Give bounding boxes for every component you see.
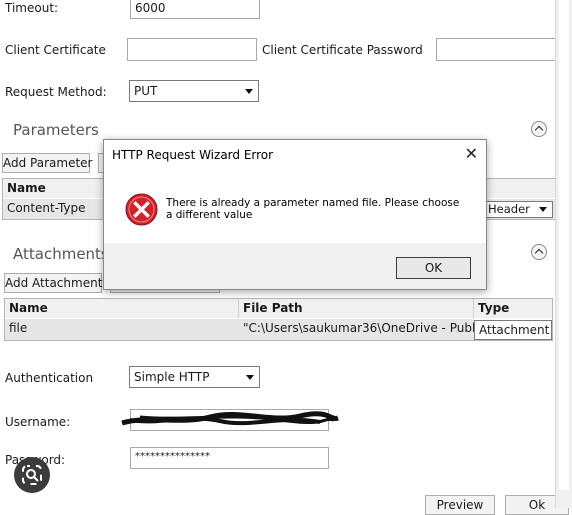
- parameters-section-title: Parameters: [13, 121, 99, 139]
- attachments-section-title: Attachments: [13, 245, 109, 263]
- parameter-name-cell: Content-Type: [7, 201, 86, 215]
- parameter-type-select[interactable]: Header: [483, 201, 553, 218]
- close-icon[interactable]: ✕: [465, 144, 478, 163]
- parameter-type-value: Header: [488, 202, 530, 216]
- dialog-title: HTTP Request Wizard Error: [112, 148, 274, 162]
- client-certificate-input[interactable]: [127, 38, 257, 61]
- attachment-name-cell[interactable]: file: [5, 319, 239, 340]
- dialog-ok-button[interactable]: OK: [396, 257, 471, 279]
- attachments-header-type: Type: [474, 299, 552, 318]
- authentication-select[interactable]: Simple HTTP: [129, 366, 260, 388]
- request-method-label: Request Method:: [5, 85, 107, 99]
- redaction-scribble: [121, 411, 339, 426]
- preview-button[interactable]: Preview: [425, 495, 495, 515]
- lens-icon[interactable]: [14, 457, 50, 493]
- collapse-parameters-icon[interactable]: [531, 121, 547, 137]
- add-parameter-button[interactable]: Add Parameter: [2, 153, 92, 173]
- request-method-value: PUT: [134, 84, 158, 98]
- scrollbar-thumb[interactable]: [559, 0, 569, 490]
- chevron-down-icon: [539, 207, 547, 212]
- error-dialog: HTTP Request Wizard Error ✕ There is alr…: [103, 139, 487, 290]
- attachment-file-path-cell[interactable]: "C:\Users\saukumar36\OneDrive - Publicis: [239, 319, 474, 340]
- collapse-attachments-icon[interactable]: [531, 244, 547, 260]
- password-input[interactable]: ***************: [130, 447, 329, 469]
- authentication-value: Simple HTTP: [134, 370, 210, 384]
- authentication-label: Authentication: [5, 371, 94, 385]
- client-certificate-label: Client Certificate: [5, 43, 106, 57]
- attachments-grid: Name File Path Type file "C:\Users\sauku…: [4, 298, 553, 341]
- dialog-message: There is already a parameter named file.…: [166, 197, 460, 221]
- timeout-input[interactable]: 6000: [130, 0, 260, 19]
- client-certificate-password-label: Client Certificate Password: [262, 43, 423, 57]
- chevron-down-icon: [245, 89, 253, 94]
- error-icon: [125, 193, 158, 226]
- chevron-down-icon: [246, 375, 254, 380]
- client-certificate-password-input[interactable]: [436, 38, 558, 61]
- attachments-header-file-path: File Path: [239, 299, 474, 318]
- attachment-type-cell[interactable]: Attachment: [474, 320, 552, 340]
- vertical-scrollbar[interactable]: [555, 0, 572, 508]
- attachments-header-name: Name: [5, 299, 239, 318]
- timeout-label: Timeout:: [5, 1, 59, 15]
- username-label: Username:: [5, 415, 71, 429]
- request-method-select[interactable]: PUT: [129, 80, 259, 102]
- add-attachment-button[interactable]: Add Attachment: [4, 273, 102, 293]
